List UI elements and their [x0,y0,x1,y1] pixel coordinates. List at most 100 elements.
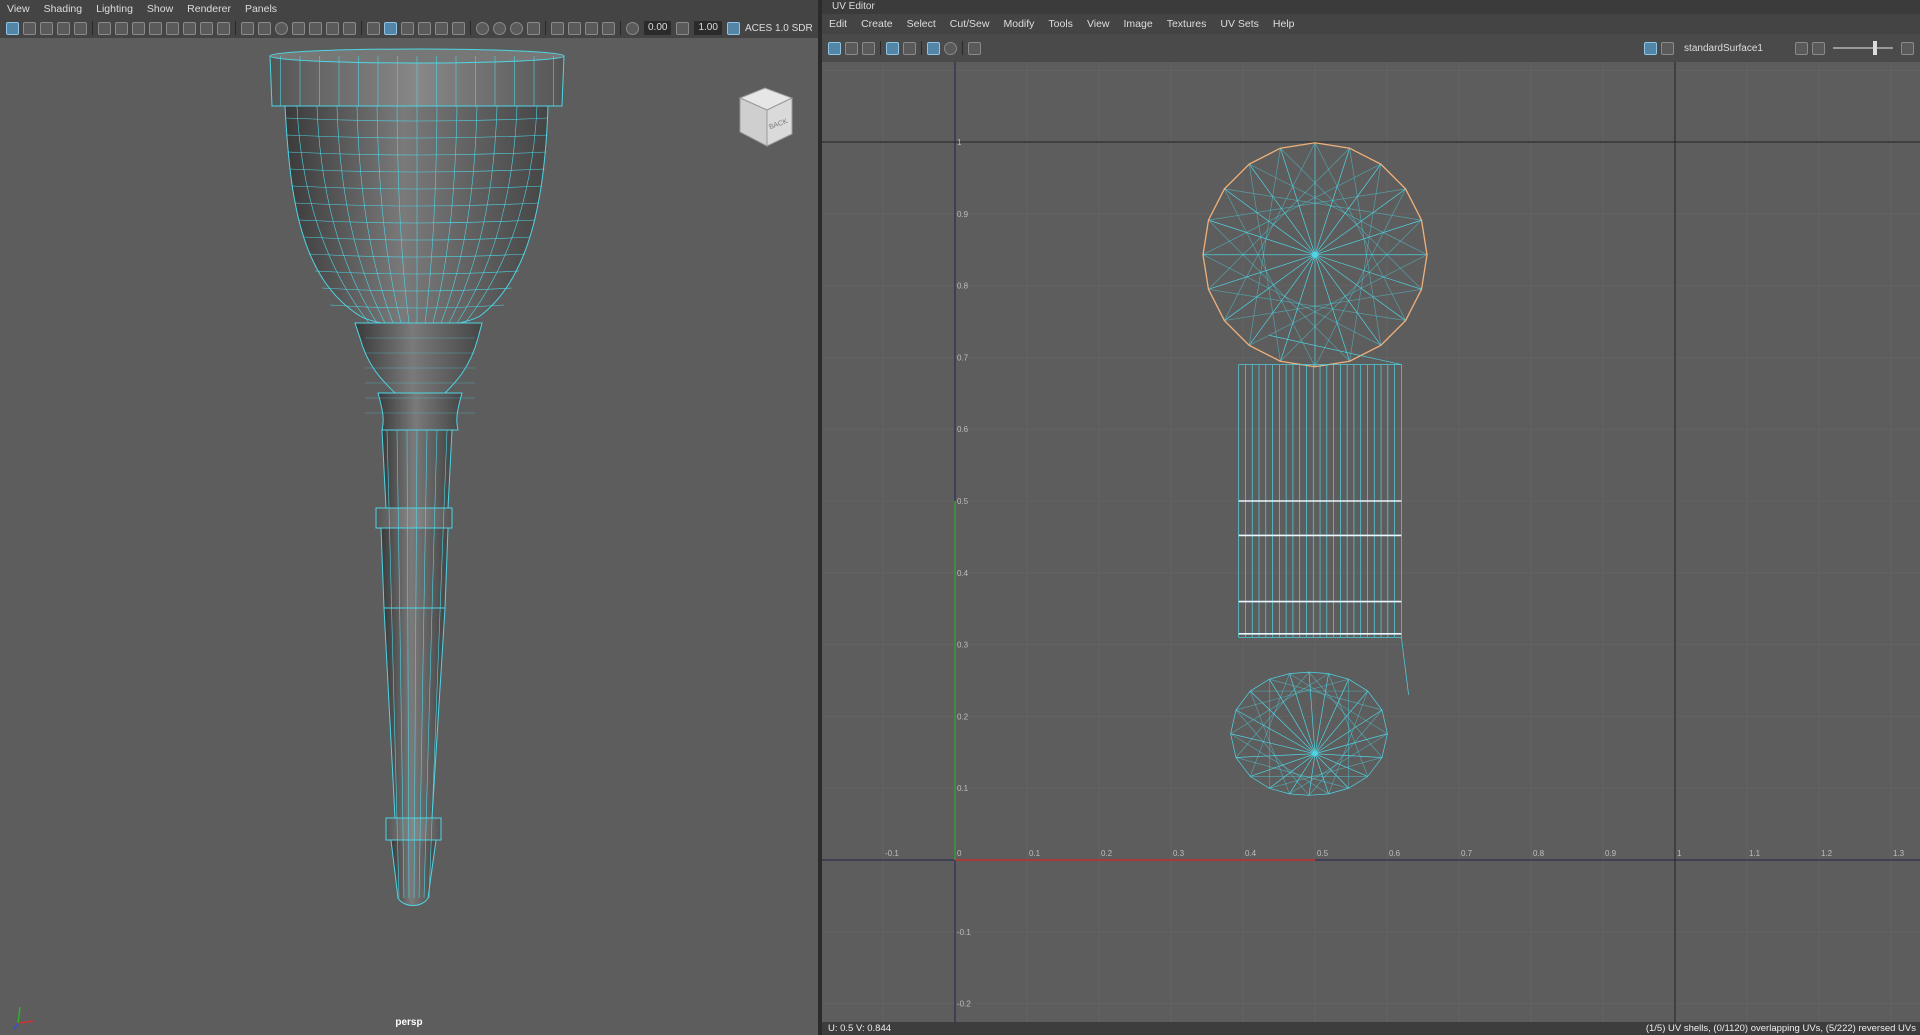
u-tick-label: 0.1 [1029,849,1041,858]
ambient-occlusion-icon[interactable] [476,21,489,35]
wireframe-icon[interactable] [367,21,380,35]
uv-shaded-icon[interactable] [828,41,841,55]
v-tick-label: 0.3 [957,641,969,650]
uv-canvas[interactable]: -0.1 0 0.1 0.2 0.3 0.4 0.5 0.6 0.7 0.8 0.9 1 1.1 1.2 1… [822,62,1920,1022]
color-space-label[interactable]: ACES 1.0 SDR [745,23,813,34]
isolate-select-icon[interactable] [551,21,564,35]
uv-distortion-icon[interactable] [845,41,858,55]
2d-pan-zoom-icon[interactable] [74,21,87,35]
grid-icon[interactable] [241,21,254,35]
camera-label: persp [395,1017,423,1028]
uv-space-canvas: -0.1 0 0.1 0.2 0.3 0.4 0.5 0.6 0.7 0.8 0.9 1 1.1 1.2 1… [822,62,1920,1022]
uv-menu-create[interactable]: Create [854,18,900,30]
bookmark-icon[interactable] [166,21,179,35]
camera-attributes-icon[interactable] [23,21,36,35]
image-plane-icon[interactable] [57,21,70,35]
xray-icon[interactable] [568,21,581,35]
u-tick-label: 0 [957,849,962,858]
safe-title-icon[interactable] [343,21,356,35]
brush-icon[interactable] [217,21,230,35]
film-gate-toggle-icon[interactable] [258,21,271,35]
uv-snap-icon[interactable] [927,41,940,55]
u-tick-label: 1 [1677,849,1682,858]
uv-editor-title: UV Editor [822,0,1920,14]
menu-show[interactable]: Show [140,3,180,15]
gamma-field[interactable]: 1.00 [694,21,722,35]
menu-panels[interactable]: Panels [238,3,284,15]
uv-menu-view[interactable]: View [1080,18,1117,30]
pan-icon[interactable] [183,21,196,35]
v-tick-label: 0.9 [957,210,969,219]
exposure-icon[interactable] [626,21,639,35]
uv-shell-info: (1/5) UV shells, (0/1120) overlapping UV… [1645,1023,1916,1034]
film-gate-icon[interactable] [149,21,162,35]
tumble-icon[interactable] [200,21,213,35]
goblet-mesh[interactable] [269,48,565,906]
uv-menu-edit[interactable]: Edit [822,18,854,30]
uv-menu-help[interactable]: Help [1266,18,1302,30]
uv-more-icon[interactable] [1901,41,1914,55]
camera-safe-icon[interactable] [132,21,145,35]
lights-icon[interactable] [435,21,448,35]
menu-renderer[interactable]: Renderer [180,3,238,15]
uv-menu-uv-sets[interactable]: UV Sets [1213,18,1266,30]
bookmarks-icon[interactable] [40,21,53,35]
uv-checker-icon[interactable] [886,41,899,55]
uv-menu-tools[interactable]: Tools [1041,18,1080,30]
safe-action-icon[interactable] [326,21,339,35]
xray-components-icon[interactable] [602,21,615,35]
gamma-icon[interactable] [676,21,690,35]
wireframe-on-shaded-icon[interactable] [401,21,414,35]
field-chart-icon[interactable] [309,21,322,35]
u-tick-label: 0.2 [1101,849,1113,858]
gate-mask-icon[interactable] [292,21,305,35]
uv-menubar: Edit Create Select Cut/Sew Modify Tools … [822,14,1920,34]
camera-lock-icon[interactable] [115,21,128,35]
uv-shell-top-disc[interactable] [1202,142,1428,368]
uv-grid-icon[interactable] [903,41,916,55]
depth-of-field-icon[interactable] [527,21,540,35]
u-tick-label: 0.4 [1245,849,1257,858]
xray-joints-icon[interactable] [585,21,598,35]
smooth-shade-icon[interactable] [384,21,397,35]
uv-snapshot-camera-icon[interactable] [968,41,981,55]
uv-shell-strip[interactable] [1238,334,1402,638]
viewport-panel[interactable]: View Shading Lighting Show Renderer Pane… [0,0,818,1035]
view-cube[interactable]: BACK [738,87,794,147]
uv-checker-pattern-icon[interactable] [1661,41,1675,55]
viewport-3d[interactable]: BACK [0,38,818,1035]
exposure-field[interactable]: 0.00 [644,21,672,35]
u-tick-label: 0.3 [1173,849,1185,858]
uv-image-brightness-slider[interactable] [1833,41,1893,55]
u-tick-label: 1.2 [1821,849,1833,858]
uv-image-display-icon[interactable] [1644,41,1658,55]
u-tick-label: 1.3 [1893,849,1905,858]
shadows-icon[interactable] [452,21,465,35]
resolution-gate-icon[interactable] [275,21,288,35]
menu-shading[interactable]: Shading [37,3,90,15]
anti-aliasing-icon[interactable] [510,21,523,35]
uv-channel-icon[interactable] [1795,41,1808,55]
uv-pixel-snap-icon[interactable] [944,41,957,55]
uv-menu-modify[interactable]: Modify [996,18,1041,30]
v-tick-label: -0.1 [957,928,971,937]
uv-dim-image-icon[interactable] [1812,41,1825,55]
uv-menu-select[interactable]: Select [900,18,943,30]
uv-menu-cut-sew[interactable]: Cut/Sew [943,18,997,30]
uv-menu-textures[interactable]: Textures [1160,18,1214,30]
motion-blur-icon[interactable] [493,21,506,35]
textured-icon[interactable] [418,21,431,35]
uv-menu-image[interactable]: Image [1117,18,1160,30]
menu-view[interactable]: View [0,3,37,15]
uv-texture-borders-icon[interactable] [862,41,875,55]
v-tick-label: 0.2 [957,712,969,721]
v-tick-label: -0.2 [957,1000,971,1009]
menu-lighting[interactable]: Lighting [89,3,140,15]
uv-coordinate-readout: U: 0.5 V: 0.844 [828,1023,892,1034]
camera-icon[interactable] [98,21,111,35]
u-tick-label: 0.9 [1605,849,1617,858]
uv-editor-panel[interactable]: UV Editor Edit Create Select Cut/Sew Mod… [822,0,1920,1035]
texture-name-label[interactable]: standardSurface1 [1684,43,1763,54]
select-camera-icon[interactable] [6,21,19,35]
color-management-icon[interactable] [726,21,740,35]
